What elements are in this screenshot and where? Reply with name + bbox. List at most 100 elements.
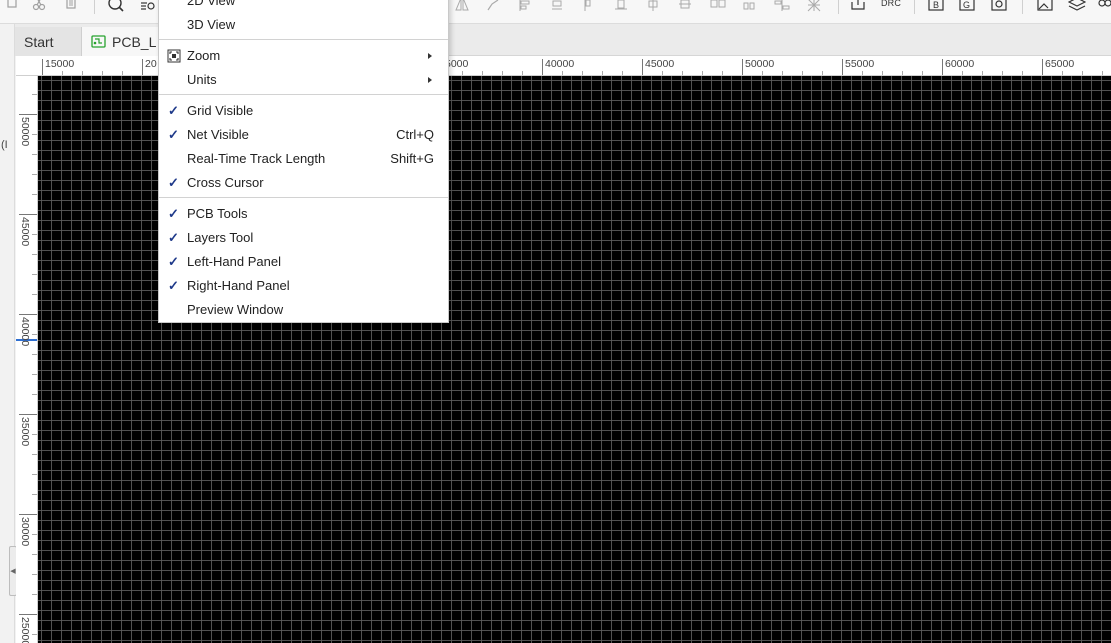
menu-item-left-hand-panel[interactable]: ✓ Left-Hand Panel — [159, 250, 448, 274]
ruler-major-tick — [19, 314, 37, 315]
ruler-major-tick — [942, 59, 943, 75]
menu-item-grid-visible[interactable]: ✓ Grid Visible — [159, 99, 448, 123]
export-icon[interactable] — [850, 0, 866, 15]
menu-item-label: Layers Tool — [187, 230, 254, 245]
left-hand-panel-collapsed: (I ◀ — [0, 24, 17, 643]
menu-item-label: 3D View — [187, 17, 236, 32]
ruler-major-tick — [42, 59, 43, 75]
menu-item-pcb-tools[interactable]: ✓ PCB Tools — [159, 202, 448, 226]
tab-start-label: Start — [24, 33, 54, 50]
zoom-fit-icon — [167, 49, 181, 63]
flip-icon[interactable] — [455, 0, 469, 15]
menu-item-zoom[interactable]: Zoom — [159, 44, 448, 68]
check-icon: ✓ — [168, 230, 179, 245]
align-middle-icon[interactable] — [678, 0, 692, 15]
menu-item-preview-window[interactable]: Preview Window — [159, 298, 448, 322]
menu-item-layers-tool[interactable]: ✓ Layers Tool — [159, 226, 448, 250]
ruler-major-tick — [19, 214, 37, 215]
ruler-major-tick — [19, 414, 37, 415]
pcb-editor-window: DRC B G (I ◀ Start PCB_L 15000 20 5000 4… — [0, 0, 1111, 643]
menu-separator — [159, 94, 448, 95]
chevron-left-icon: ◀ — [10, 568, 16, 575]
align-top-icon[interactable] — [582, 0, 596, 15]
menu-item-3d-view[interactable]: 3D View — [159, 13, 448, 37]
ruler-major-tick — [142, 59, 143, 75]
copy-icon[interactable] — [6, 0, 20, 15]
image-icon[interactable] — [1036, 0, 1054, 15]
align-right-icon[interactable] — [550, 0, 564, 15]
ruler-label: 40000 — [545, 58, 575, 70]
ruler-major-tick — [642, 59, 643, 75]
group-icon[interactable]: G — [958, 0, 976, 15]
ruler-vertical: 50000 45000 40000 35000 30000 25000 — [16, 76, 38, 643]
view-context-menu: 2D View 3D View Zoom Units ✓ Grid Visible ✓ Net… — [158, 0, 449, 323]
component-icon[interactable] — [990, 0, 1008, 15]
ruler-label: 50000 — [745, 58, 775, 70]
ruler-label: 25000 — [19, 617, 31, 643]
drc-icon[interactable]: DRC — [878, 0, 904, 15]
menu-item-real-time-track-length[interactable]: Real-Time Track Length Shift+G — [159, 147, 448, 171]
menu-item-right-hand-panel[interactable]: ✓ Right-Hand Panel — [159, 274, 448, 298]
tab-pcb-label: PCB_L — [112, 33, 157, 50]
toolbar-separator — [914, 0, 915, 14]
menu-item-label: Units — [187, 72, 217, 87]
toolbar-separator — [94, 0, 95, 14]
ruler-label: 45000 — [645, 58, 675, 70]
submenu-arrow-icon — [428, 53, 432, 59]
delete-icon[interactable] — [64, 0, 78, 15]
menu-item-label: Zoom — [187, 48, 221, 63]
board-icon[interactable]: B — [927, 0, 945, 15]
ruler-label: 55000 — [845, 58, 875, 70]
ruler-label: 30000 — [19, 517, 31, 547]
menu-item-cross-cursor[interactable]: ✓ Cross Cursor — [159, 171, 448, 195]
zoom-area-icon[interactable] — [140, 0, 156, 15]
route-icon[interactable] — [486, 0, 500, 15]
menu-item-units[interactable]: Units — [159, 68, 448, 92]
align-bottom-icon[interactable] — [614, 0, 628, 15]
search-icon[interactable] — [107, 0, 125, 15]
check-icon: ✓ — [168, 175, 179, 190]
toolbar-separator — [838, 0, 839, 14]
check-icon: ✓ — [168, 103, 179, 118]
ruler-label: 45000 — [19, 217, 31, 247]
menu-item-label: 2D View — [187, 0, 236, 8]
submenu-arrow-icon — [428, 77, 432, 83]
drc-label: DRC — [880, 0, 902, 8]
ruler-label: 50000 — [19, 117, 31, 147]
check-icon: ✓ — [168, 278, 179, 293]
svg-text:G: G — [963, 0, 970, 10]
layers-icon[interactable] — [1068, 0, 1086, 15]
menu-item-label: Cross Cursor — [187, 175, 264, 190]
menu-item-2d-view[interactable]: 2D View — [159, 0, 448, 13]
ruler-label: 15000 — [45, 58, 75, 70]
distribute-icon[interactable] — [710, 0, 726, 15]
menu-separator — [159, 197, 448, 198]
menu-item-label: Left-Hand Panel — [187, 254, 281, 269]
left-panel-partial-label: (I — [1, 139, 8, 151]
align-center-icon[interactable] — [646, 0, 660, 15]
ruler-major-tick — [19, 514, 37, 515]
ruler-label: 35000 — [19, 417, 31, 447]
distribute-vertical-icon[interactable] — [742, 0, 756, 15]
align-left-icon[interactable] — [518, 0, 532, 15]
check-icon: ✓ — [168, 127, 179, 142]
menu-item-label: PCB Tools — [187, 206, 248, 221]
ruler-label: 65000 — [1045, 58, 1075, 70]
menu-item-label: Grid Visible — [187, 103, 254, 118]
toolbar-separator — [1022, 0, 1023, 14]
link-icon[interactable] — [1098, 0, 1111, 15]
ruler-major-tick — [1042, 59, 1043, 75]
grid-snap-icon[interactable] — [806, 0, 822, 15]
tab-start[interactable]: Start — [15, 27, 82, 56]
check-icon: ✓ — [168, 206, 179, 221]
ruler-label: 40000 — [19, 317, 31, 347]
menu-item-label: Preview Window — [187, 302, 284, 317]
cut-icon[interactable] — [32, 0, 46, 15]
pcb-document-icon — [91, 35, 106, 48]
ruler-label: 20 — [145, 58, 157, 70]
menu-item-net-visible[interactable]: ✓ Net Visible Ctrl+Q — [159, 123, 448, 147]
menu-separator — [159, 39, 448, 40]
snap-icon[interactable] — [774, 0, 790, 15]
menu-item-label: Net Visible — [187, 127, 249, 142]
menu-item-label: Right-Hand Panel — [187, 278, 290, 293]
